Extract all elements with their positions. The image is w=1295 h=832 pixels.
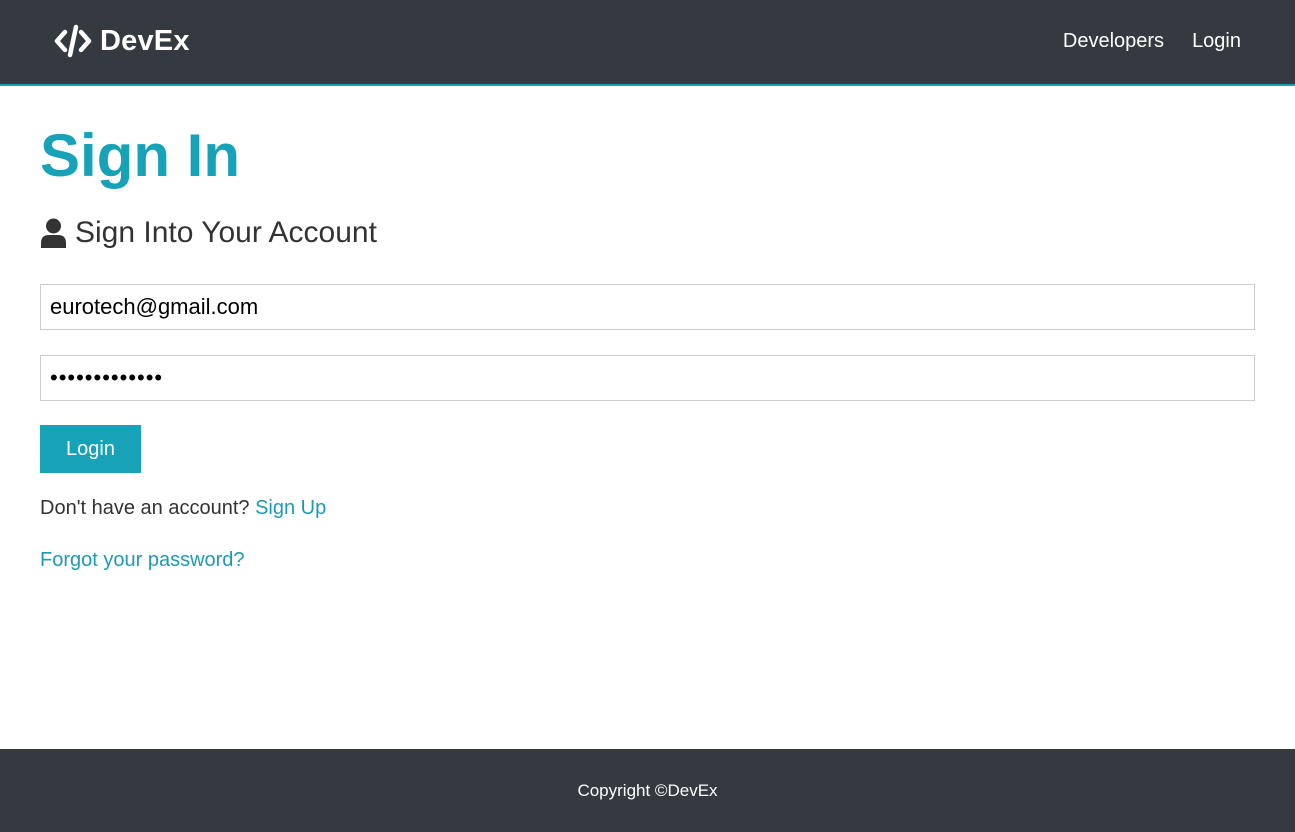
code-icon: [54, 24, 92, 58]
signup-prompt-text: Don't have an account?: [40, 497, 250, 519]
email-field[interactable]: [40, 284, 1255, 330]
nav-link-developers[interactable]: Developers: [1063, 30, 1164, 53]
page-title: Sign In: [40, 122, 240, 189]
signup-prompt-line: Don't have an account? Sign Up: [40, 497, 326, 520]
footer: Copyright ©DevEx: [0, 749, 1295, 832]
forgot-password-link[interactable]: Forgot your password?: [40, 549, 245, 571]
footer-copyright: Copyright ©DevEx: [577, 780, 718, 800]
lead-text-row: Sign Into Your Account: [40, 216, 377, 250]
brand-link[interactable]: DevEx: [54, 24, 190, 58]
nav-link-login[interactable]: Login: [1192, 30, 1241, 53]
nav-links: Developers Login: [1063, 30, 1241, 53]
user-icon: [40, 218, 67, 248]
lead-text: Sign Into Your Account: [75, 216, 377, 249]
forgot-password-line: Forgot your password?: [40, 549, 245, 572]
brand-name: DevEx: [100, 24, 190, 57]
navbar: DevEx Developers Login: [0, 0, 1295, 86]
password-field[interactable]: [40, 355, 1255, 401]
login-button[interactable]: Login: [40, 425, 141, 473]
signup-link[interactable]: Sign Up: [255, 497, 326, 519]
